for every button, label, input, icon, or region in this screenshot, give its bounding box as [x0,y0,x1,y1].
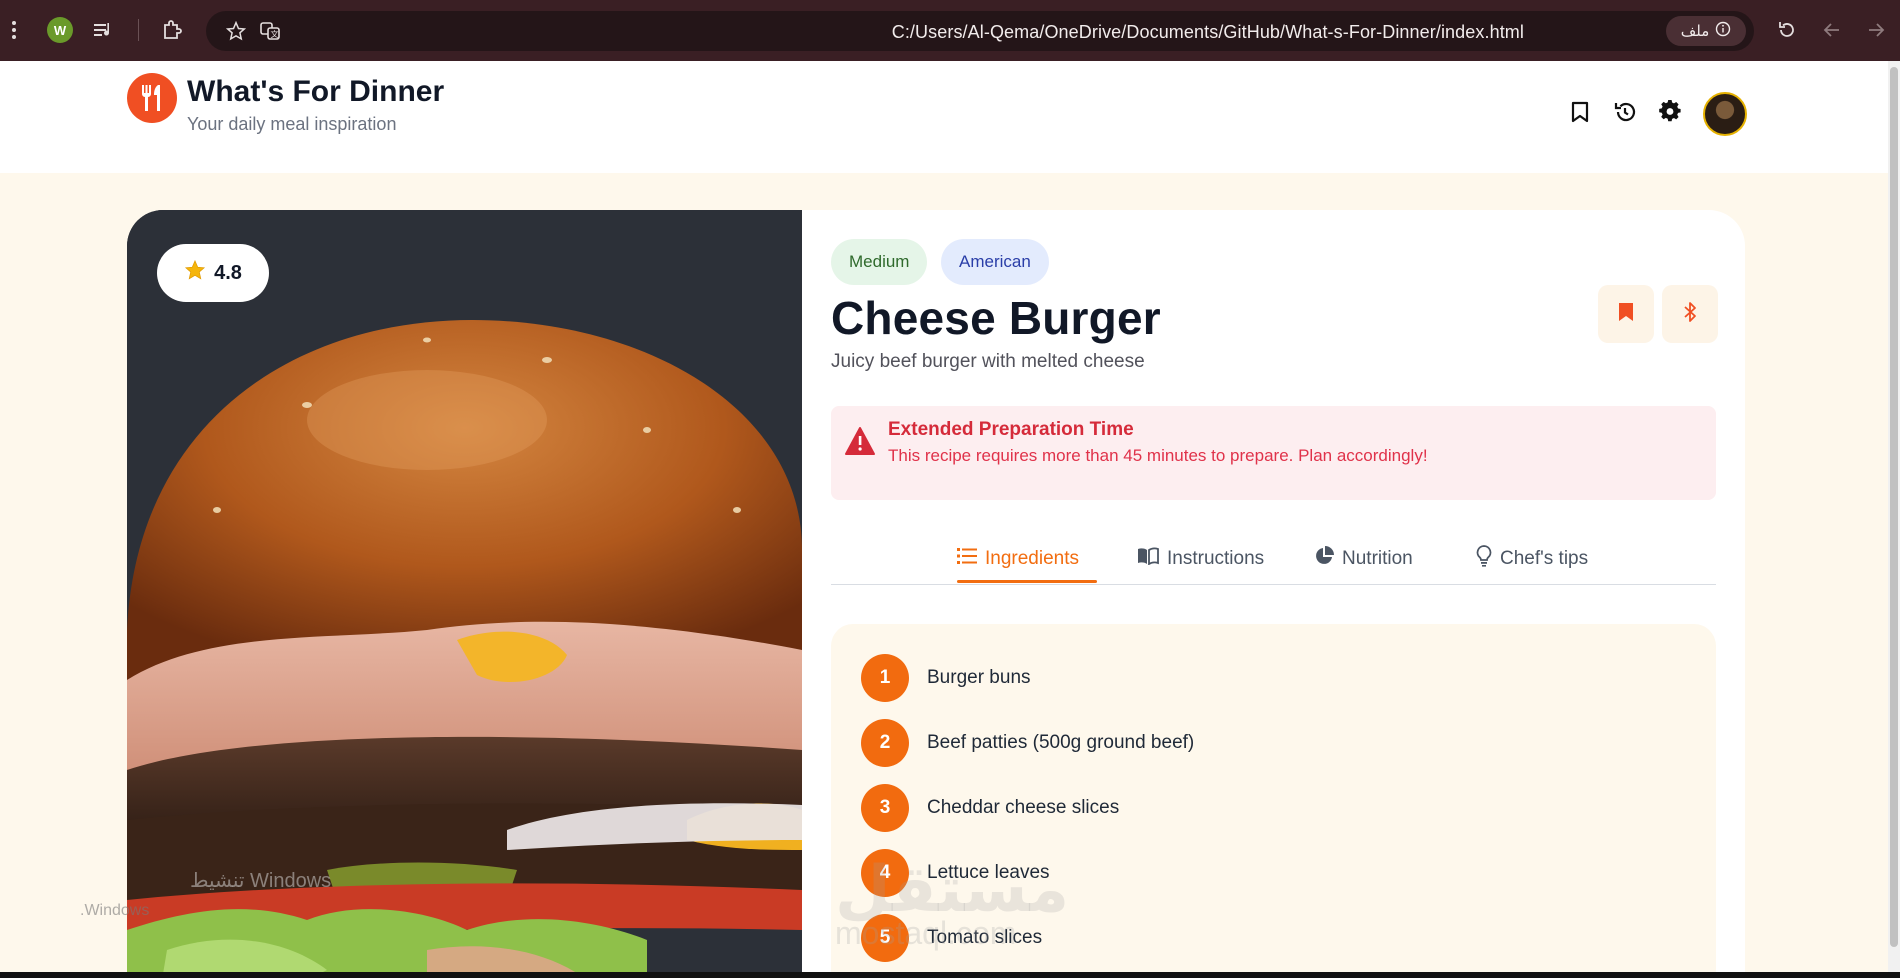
settings-gear-icon[interactable] [1655,97,1685,127]
recipe-hero-image: 4.8 [127,210,802,972]
ingredient-number: 2 [861,719,909,767]
tab-instructions-label: Instructions [1167,548,1265,569]
extension-badge[interactable]: W [47,17,73,43]
bookmark-star-icon[interactable] [224,19,248,43]
windows-activation-subtext: .Windows [80,902,150,919]
bookmark-recipe-button[interactable] [1598,285,1654,343]
pie-chart-icon [1314,546,1334,572]
alert-title: Extended Preparation Time [888,419,1134,440]
browser-toolbar: W 文 C:/Users/Al-Qema/OneDrive/Documents/… [0,0,1900,61]
alert-text: This recipe requires more than 45 minute… [888,446,1428,465]
tab-ingredients[interactable]: Ingredients [957,536,1079,582]
url-text[interactable]: C:/Users/Al-Qema/OneDrive/Documents/GitH… [892,22,1524,43]
tab-chefs-tips-label: Chef's tips [1500,548,1589,569]
bluetooth-share-button[interactable] [1662,285,1718,343]
translate-icon[interactable]: 文 [258,19,282,43]
prep-time-alert: Extended Preparation Time This recipe re… [831,406,1716,500]
user-avatar[interactable] [1703,92,1747,136]
extensions-puzzle-icon[interactable] [160,18,184,42]
bluetooth-icon [1683,301,1697,328]
reload-icon[interactable] [1775,18,1799,42]
ingredient-text: Beef patties (500g ground beef) [927,732,1195,753]
recipe-title: Cheese Burger [831,292,1161,344]
rating-value: 4.8 [214,261,242,284]
active-tab-indicator [957,580,1097,583]
burger-illustration [127,210,802,972]
recipe-tabs: Ingredients Instructions Nutrition Chef'… [831,536,1716,585]
windows-activation-text: تنشيط Windows [190,870,332,892]
tab-nutrition-label: Nutrition [1342,548,1413,569]
app-title: What's For Dinner [187,75,445,108]
page-scrollbar[interactable] [1888,61,1900,972]
recipe-description: Juicy beef burger with melted cheese [831,351,1145,372]
lightbulb-icon [1476,545,1492,573]
tab-instructions[interactable]: Instructions [1137,536,1264,582]
taskbar-edge [0,972,1900,978]
ingredient-number: 3 [861,784,909,832]
history-icon[interactable] [1610,97,1640,127]
list-item: 1 Burger buns [861,654,1031,702]
cuisine-tag: American [941,239,1049,285]
ingredient-number: 1 [861,654,909,702]
utensils-logo-icon[interactable] [127,73,177,123]
toolbar-separator [138,19,139,41]
media-control-icon[interactable] [92,18,116,42]
web-page: What's For Dinner Your daily meal inspir… [0,61,1888,972]
app-header: What's For Dinner Your daily meal inspir… [0,61,1888,173]
tab-chefs-tips[interactable]: Chef's tips [1476,536,1588,582]
address-bar[interactable]: 文 C:/Users/Al-Qema/OneDrive/Documents/Gi… [206,11,1754,51]
list-item: 2 Beef patties (500g ground beef) [861,719,1194,767]
saved-bookmark-icon[interactable] [1565,97,1595,127]
menu-dots-icon[interactable] [2,18,26,42]
info-icon [1715,21,1731,41]
ingredient-text: Burger buns [927,667,1031,688]
warning-triangle-icon [844,426,876,461]
file-label: ملف [1680,23,1710,40]
back-arrow-icon[interactable] [1820,18,1844,42]
star-icon [184,259,206,287]
book-icon [1137,547,1159,571]
scrollbar-thumb[interactable] [1890,67,1898,947]
forward-arrow-icon[interactable] [1864,18,1888,42]
rating-badge: 4.8 [157,244,269,302]
list-item: 3 Cheddar cheese slices [861,784,1119,832]
difficulty-tag: Medium [831,239,928,285]
tab-ingredients-label: Ingredients [985,548,1080,569]
app-subtitle: Your daily meal inspiration [187,114,397,134]
site-info-chip[interactable]: ملف [1666,16,1746,46]
ingredient-text: Cheddar cheese slices [927,797,1120,818]
mostaql-watermark-url: mostaql.com [835,915,1017,951]
svg-text:文: 文 [271,29,279,39]
list-icon [957,547,977,571]
bookmark-icon [1618,302,1634,327]
tab-nutrition[interactable]: Nutrition [1314,536,1413,582]
